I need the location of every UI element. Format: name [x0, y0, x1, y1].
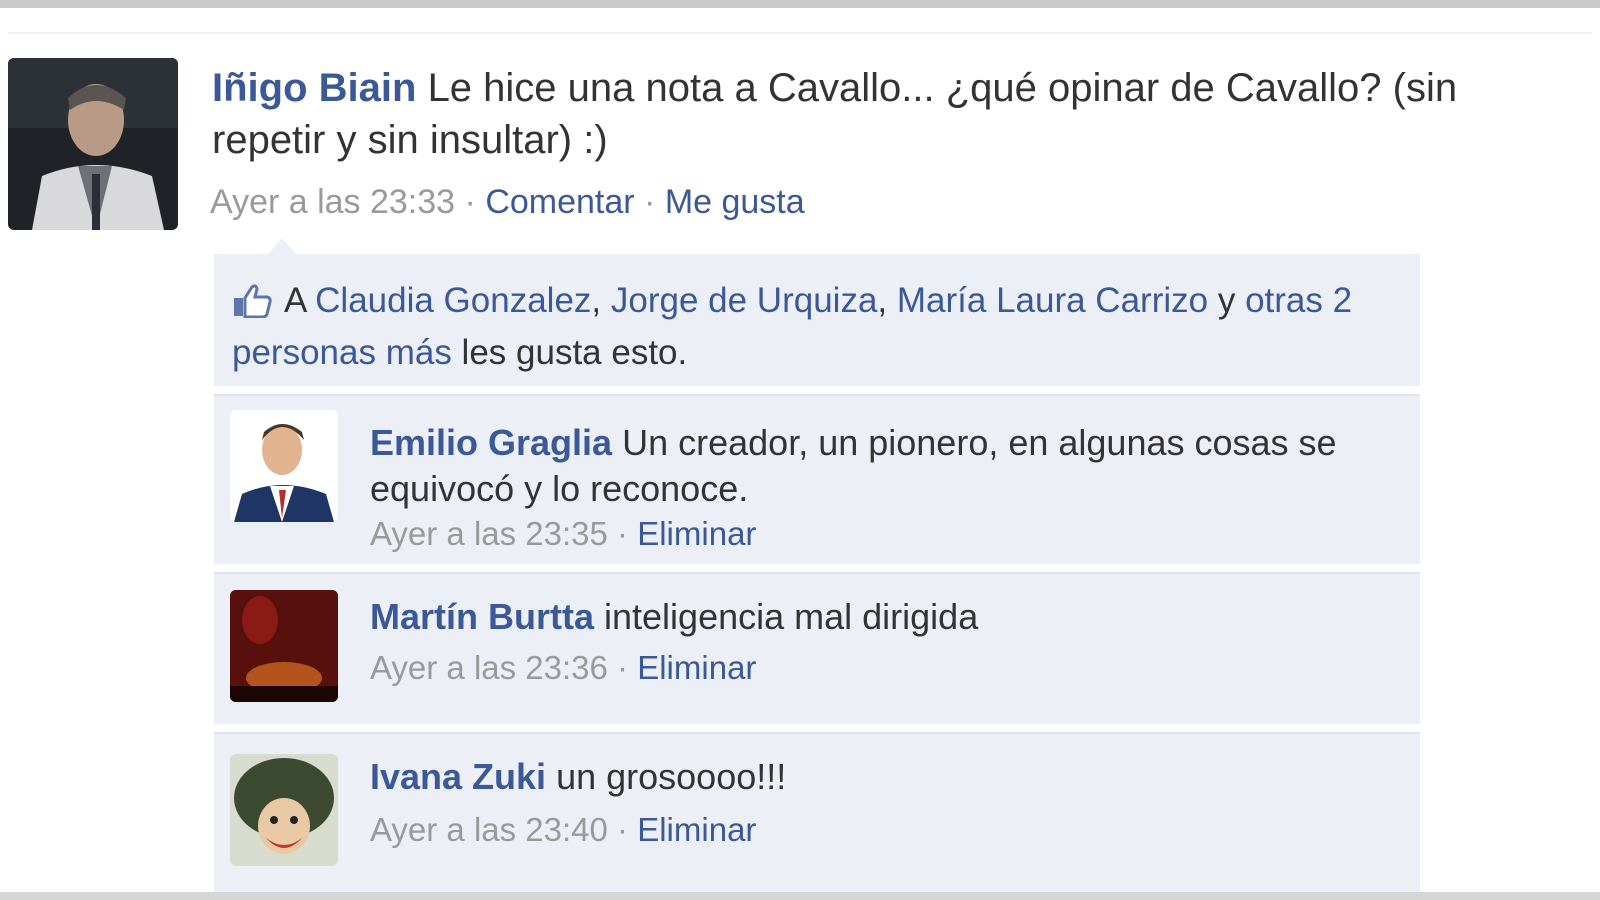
meta-separator: · — [455, 183, 486, 221]
post-timestamp[interactable]: Ayer a las 23:33 — [210, 183, 455, 221]
liker-link[interactable]: María Laura Carrizo — [897, 281, 1208, 320]
bottom-border — [0, 892, 1600, 900]
comment-meta: Ayer a las 23:36 · Eliminar — [370, 646, 756, 690]
post-author-name[interactable]: Iñigo Biain — [212, 66, 416, 110]
delete-comment-link[interactable]: Eliminar — [637, 515, 756, 552]
meta-separator: · — [607, 649, 638, 686]
likes-prefix: A — [284, 281, 316, 320]
likes-comma: , — [877, 281, 897, 320]
meta-separator: · — [607, 811, 638, 848]
comment-meta: Ayer a las 23:40 · Eliminar — [370, 808, 756, 852]
comment-author-name[interactable]: Emilio Graglia — [370, 422, 612, 463]
comment-link[interactable]: Comentar — [485, 183, 634, 221]
comment-item: Emilio Graglia Un creador, un pionero, e… — [214, 394, 1420, 564]
thumbs-up-icon — [232, 284, 272, 330]
delete-comment-link[interactable]: Eliminar — [637, 811, 756, 848]
comment-text: un grosoooo!!! — [556, 756, 787, 797]
comment-body: Emilio Graglia Un creador, un pionero, e… — [370, 420, 1390, 512]
meta-separator: · — [634, 183, 665, 221]
post-text-block: Iñigo Biain Le hice una nota a Cavallo..… — [212, 62, 1572, 166]
likes-comma: , — [591, 281, 611, 320]
comment-avatar[interactable] — [230, 590, 338, 702]
comment-meta: Ayer a las 23:35 · Eliminar — [370, 512, 756, 556]
comment-timestamp[interactable]: Ayer a las 23:35 — [370, 515, 608, 552]
comment-text: inteligencia mal dirigida — [604, 596, 979, 637]
comment-author-name[interactable]: Ivana Zuki — [370, 756, 546, 797]
likes-summary: A Claudia Gonzalez, Jorge de Urquiza, Ma… — [232, 278, 1402, 376]
comment-body: Martín Burtta inteligencia mal dirigida — [370, 594, 1390, 640]
top-border — [0, 0, 1600, 8]
top-divider — [8, 32, 1592, 34]
comment-author-name[interactable]: Martín Burtta — [370, 596, 594, 637]
liker-link[interactable]: Jorge de Urquiza — [611, 281, 878, 320]
likes-suffix: les gusta esto. — [451, 333, 688, 372]
comment-avatar[interactable] — [230, 754, 338, 866]
comment-item: Martín Burtta inteligencia mal dirigida … — [214, 572, 1420, 724]
comment-item: Ivana Zuki un grosoooo!!! Ayer a las 23:… — [214, 732, 1420, 894]
feedback-caret — [268, 238, 296, 254]
avatar-photo — [230, 410, 338, 522]
delete-comment-link[interactable]: Eliminar — [637, 649, 756, 686]
comment-body: Ivana Zuki un grosoooo!!! — [370, 754, 1390, 800]
avatar-photo — [230, 590, 338, 702]
post-author-avatar[interactable] — [8, 58, 178, 230]
avatar-photo — [230, 754, 338, 866]
liker-link[interactable]: Claudia Gonzalez — [315, 281, 591, 320]
likes-connector: y — [1208, 281, 1246, 320]
like-link[interactable]: Me gusta — [665, 183, 805, 221]
post-meta: Ayer a las 23:33 · Comentar · Me gusta — [210, 178, 805, 226]
comment-avatar[interactable] — [230, 410, 338, 522]
comment-timestamp[interactable]: Ayer a las 23:36 — [370, 649, 608, 686]
avatar-photo — [8, 58, 178, 230]
meta-separator: · — [607, 515, 638, 552]
comment-timestamp[interactable]: Ayer a las 23:40 — [370, 811, 608, 848]
